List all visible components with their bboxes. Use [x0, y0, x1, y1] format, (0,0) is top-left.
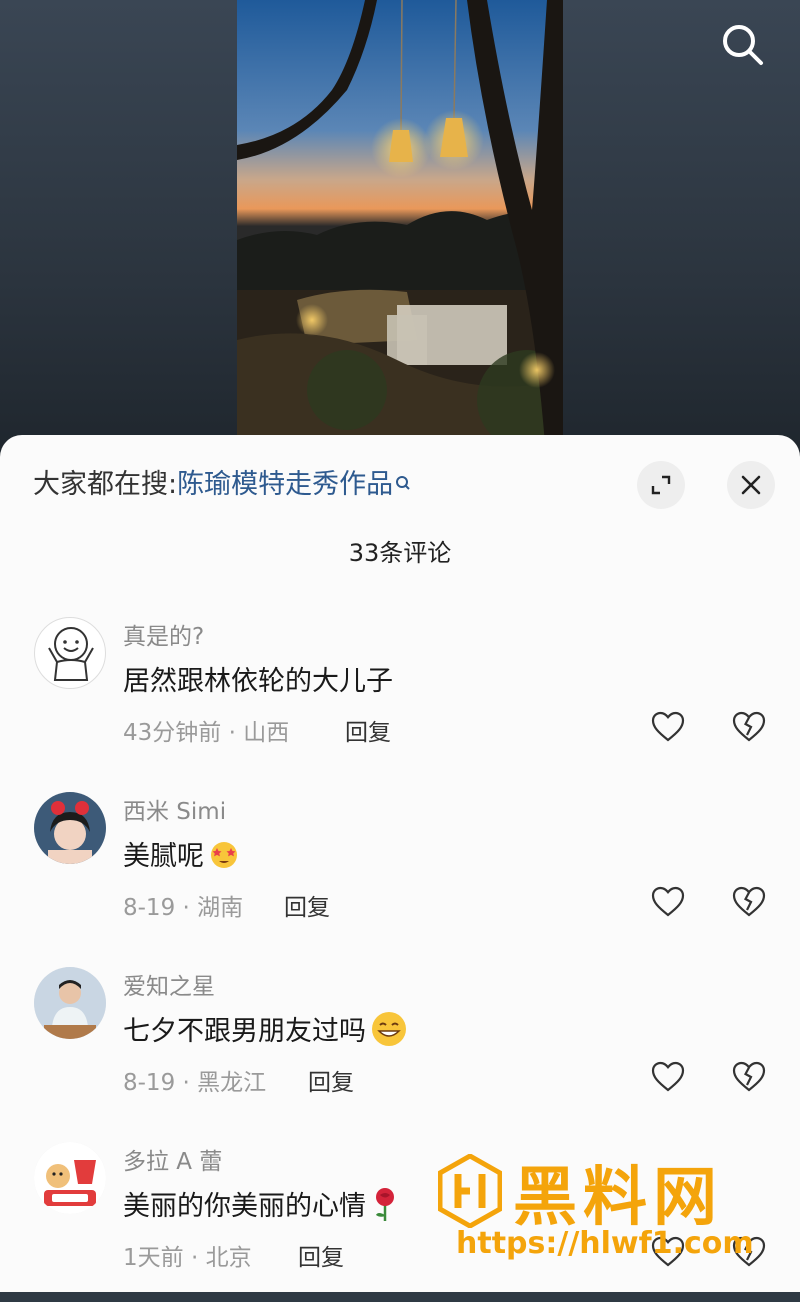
- watermark-logo-icon: [437, 1153, 503, 1232]
- close-icon: [741, 475, 761, 495]
- broken-heart-icon: [732, 1061, 766, 1092]
- dislike-button[interactable]: [731, 1059, 767, 1095]
- comment-username[interactable]: 西米 Simi: [123, 792, 226, 826]
- comment-username[interactable]: 多拉 A 蕾: [123, 1142, 222, 1176]
- comment-username[interactable]: 真是的?: [123, 617, 204, 651]
- comment-text-content: 七夕不跟男朋友过吗: [123, 1016, 366, 1047]
- comment-item: 真是的? 居然跟林依轮的大儿子 43分钟前 · 山西 回复: [0, 617, 800, 777]
- rose-emoji-icon: [370, 1185, 400, 1230]
- like-button[interactable]: [650, 709, 686, 745]
- expand-button[interactable]: [637, 461, 685, 509]
- watermark: 黑料网 https://hlwf1.com: [437, 1150, 778, 1270]
- heart-icon: [651, 886, 685, 917]
- comment-meta: 8-19 · 湖南: [123, 895, 244, 921]
- broken-heart-icon: [732, 711, 766, 742]
- comment-meta: 8-19 · 黑龙江: [123, 1070, 267, 1096]
- avatar[interactable]: [34, 617, 106, 689]
- comment-text-content: 美腻呢: [123, 841, 204, 872]
- star-eyes-emoji-icon: [208, 838, 240, 877]
- comment-text: 居然跟林依轮的大儿子: [123, 659, 393, 698]
- reply-button[interactable]: 回复: [284, 888, 330, 922]
- comment-meta: 43分钟前 · 山西: [123, 720, 290, 746]
- video-frame[interactable]: [237, 0, 563, 470]
- watermark-title: 黑料网: [513, 1161, 723, 1235]
- search-icon: [723, 25, 763, 65]
- reply-button[interactable]: 回复: [345, 713, 391, 747]
- comment-text: 美腻呢: [123, 834, 240, 877]
- dislike-button[interactable]: [731, 884, 767, 920]
- comment-text: 美丽的你美丽的心情: [123, 1184, 400, 1230]
- avatar[interactable]: [34, 1142, 106, 1214]
- heart-icon: [651, 1061, 685, 1092]
- avatar[interactable]: [34, 792, 106, 864]
- avatar[interactable]: [34, 967, 106, 1039]
- comment-item: 西米 Simi 美腻呢 8-19 · 湖南 回复: [0, 792, 800, 952]
- reply-button[interactable]: 回复: [298, 1238, 344, 1272]
- video-scene-image: [237, 0, 563, 470]
- comment-text: 七夕不跟男朋友过吗: [123, 1009, 408, 1055]
- search-button[interactable]: [718, 20, 766, 68]
- search-small-icon: [395, 467, 411, 503]
- comment-count: 33条评论: [348, 539, 452, 567]
- comment-text-content: 美丽的你美丽的心情: [123, 1191, 366, 1222]
- doodle-avatar-image: [48, 627, 94, 681]
- like-button[interactable]: [650, 884, 686, 920]
- user-photo-avatar-image: [34, 967, 106, 1039]
- hot-search[interactable]: 大家都在搜:陈瑜模特走秀作品: [33, 467, 411, 503]
- watermark-url: https://hlwf1.com: [456, 1226, 754, 1261]
- reply-button[interactable]: 回复: [308, 1063, 354, 1097]
- grin-emoji-icon: [370, 1010, 408, 1055]
- dislike-button[interactable]: [731, 709, 767, 745]
- comment-item: 爱知之星 七夕不跟男朋友过吗 8-19 · 黑龙江 回复: [0, 967, 800, 1127]
- like-button[interactable]: [650, 1059, 686, 1095]
- heart-icon: [651, 711, 685, 742]
- comment-text-content: 居然跟林依轮的大儿子: [123, 666, 393, 697]
- hot-search-label: 大家都在搜:: [33, 469, 178, 500]
- dog-avatar-image: [34, 1142, 106, 1214]
- user-photo-avatar-image: [34, 792, 106, 864]
- comment-username[interactable]: 爱知之星: [123, 967, 215, 1001]
- broken-heart-icon: [732, 886, 766, 917]
- hot-search-term[interactable]: 陈瑜模特走秀作品: [177, 469, 393, 500]
- expand-icon: [651, 475, 671, 495]
- comment-meta: 1天前 · 北京: [123, 1245, 252, 1271]
- close-button[interactable]: [727, 461, 775, 509]
